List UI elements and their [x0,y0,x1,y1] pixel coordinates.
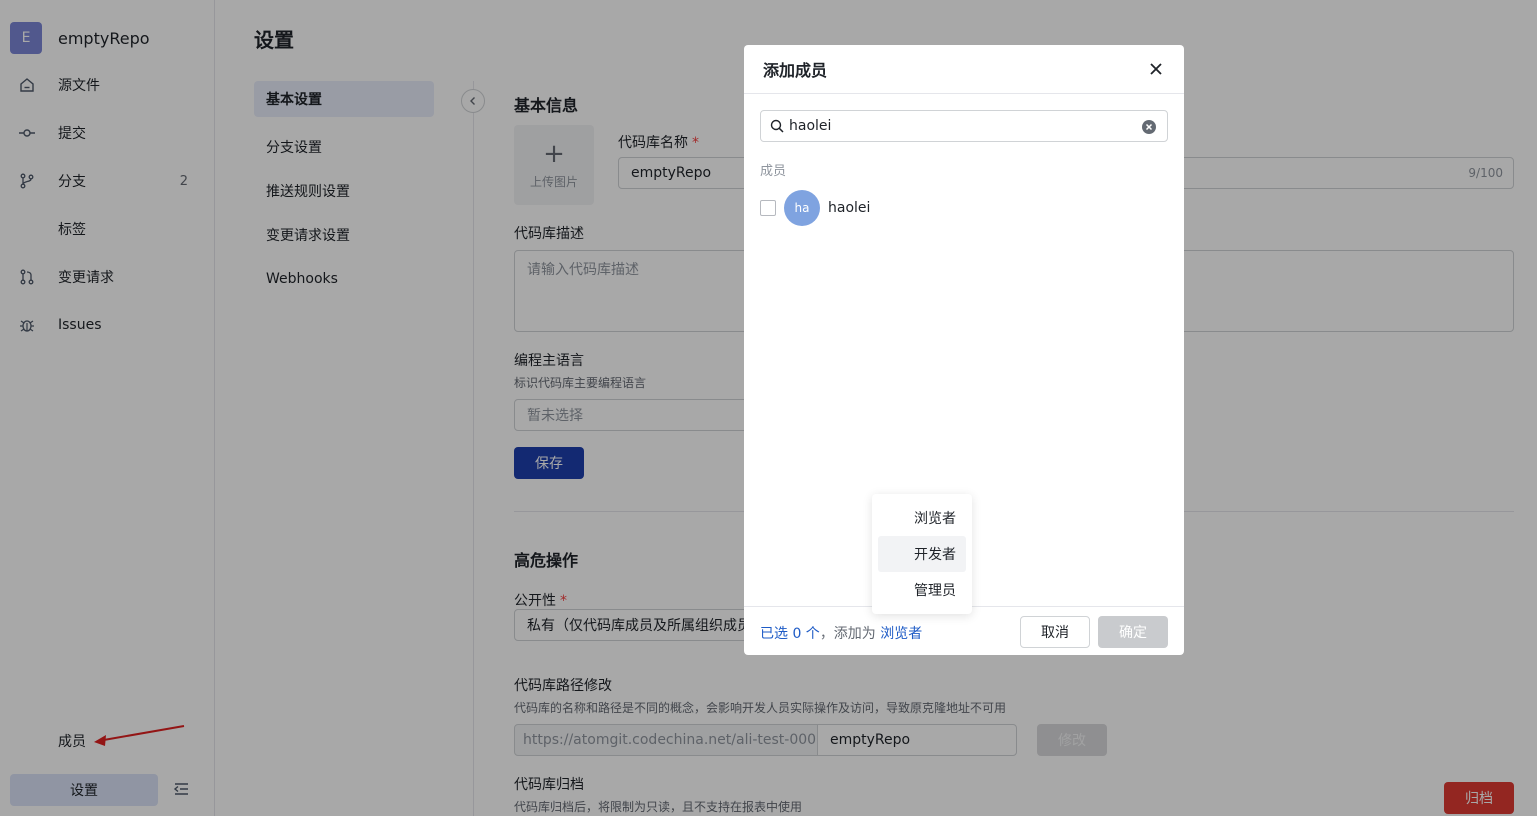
member-name: haolei [828,200,871,216]
role-option-admin[interactable]: 管理员 [878,572,966,608]
confirm-button[interactable]: 确定 [1098,616,1168,648]
dialog-header: 添加成员 [744,45,1184,94]
role-dropdown: 浏览者 开发者 管理员 [872,494,972,614]
dialog-title: 添加成员 [763,61,828,80]
search-icon [770,119,784,137]
member-checkbox[interactable] [760,200,776,216]
role-option-developer[interactable]: 开发者 [878,536,966,572]
selected-prefix: 已选 [760,626,788,642]
close-icon[interactable] [1148,61,1164,77]
role-select-link[interactable]: 浏览者 [880,626,922,642]
cancel-button[interactable]: 取消 [1020,616,1090,648]
clear-icon[interactable] [1141,119,1157,139]
selected-count: 0 个 [792,626,820,642]
member-group-label: 成员 [760,164,787,179]
list-item[interactable]: ha haolei [760,190,870,226]
role-option-viewer[interactable]: 浏览者 [878,500,966,536]
selection-summary: 已选 0 个，添加为 浏览者 [760,623,922,643]
avatar: ha [784,190,820,226]
member-search-input[interactable]: haolei [760,110,1168,142]
add-as-text: ，添加为 [819,626,876,642]
